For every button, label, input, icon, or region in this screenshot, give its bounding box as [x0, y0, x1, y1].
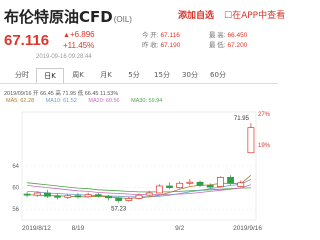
tab-15min[interactable]: 15分 — [148, 68, 176, 83]
current-price: 67.116 — [4, 32, 50, 49]
ma-legend: MA5: 62.28 MA10: 61.52 MA20: 60.56 MA30:… — [6, 98, 172, 104]
candle-body — [196, 181, 204, 186]
stat-label: 最 低: — [209, 42, 226, 49]
instrument-name: 布伦特原油CFD — [4, 8, 113, 26]
right-tick-label: 19% — [258, 143, 271, 149]
stat-value: 66.450 — [227, 32, 248, 39]
quote-panel: 67.116 ▲+6.896 +11.45% 今 开: 67.116 最 高: … — [0, 28, 278, 64]
x-axis-label: 2019/8/12 — [22, 225, 51, 232]
candle-body — [135, 194, 143, 199]
stat-value: 67.190 — [160, 42, 181, 49]
candle-detail: 2019/09/16 开 66.45 高 71.95 低 66.45 11.53… — [4, 91, 119, 97]
header-bar: 布伦特原油CFD(OIL) 添加自选 ☐在APP中查看 — [0, 0, 285, 28]
candle-body — [94, 194, 102, 197]
candle-body — [54, 195, 62, 198]
right-tick-label: 27% — [258, 112, 271, 118]
tab-30min[interactable]: 30分 — [176, 68, 204, 83]
x-axis-label: 9/2 — [175, 225, 184, 232]
change-value: +6.896 — [69, 30, 95, 39]
y-tick-label: 56 — [12, 207, 19, 213]
candle-body — [247, 127, 255, 154]
candle-body — [186, 181, 194, 184]
ma30-label: MA30: 59.94 — [131, 98, 163, 104]
candle-body — [23, 193, 31, 196]
ma20-label: MA20: 60.56 — [88, 98, 120, 104]
candle-body — [125, 198, 133, 201]
candle-info: 2019/09/16 开 66.45 高 71.95 低 66.45 11.53… — [0, 88, 278, 108]
stat-label: 最 高: — [209, 32, 226, 39]
candle-body — [237, 182, 245, 187]
candle-body — [115, 197, 123, 201]
ma5-label: MA5: 62.28 — [6, 98, 35, 104]
page-title: 布伦特原油CFD(OIL) — [4, 6, 132, 27]
quote-timestamp: 2019-09-16 09:28:44 — [36, 54, 92, 60]
low-annotation: 57.23 — [111, 207, 127, 213]
x-axis-label: 8/19 — [72, 225, 85, 232]
change-percent: +11.45% — [63, 41, 95, 50]
tab-monthly-k[interactable]: 月K — [92, 68, 120, 83]
ma10-label: MA10: 61.52 — [45, 98, 77, 104]
candle-body — [64, 195, 72, 198]
stat-value: 67.116 — [160, 32, 180, 39]
kline-chart[interactable]: 64 60 56 27% 19% 71.95 57.23 2019/8/12 8/19 9/2 20… — [0, 108, 278, 234]
up-arrow-icon: ▲ — [63, 32, 70, 39]
candle-body — [155, 185, 163, 194]
tab-weekly-k[interactable]: 周K — [64, 68, 92, 83]
stat-value: 67.200 — [227, 42, 248, 49]
tab-60min[interactable]: 60分 — [204, 68, 232, 83]
tab-daily-k[interactable]: 日K — [36, 68, 64, 83]
stat-label: 今 开: — [142, 32, 159, 39]
open-in-app-label: 在APP中查看 — [232, 11, 286, 21]
candle-body — [84, 194, 92, 198]
high-annotation: 71.95 — [234, 116, 250, 122]
period-tabs: 分时 日K 周K 月K 5分 15分 30分 60分 — [0, 68, 278, 84]
open-in-app-button[interactable]: ☐在APP中查看 — [224, 8, 285, 21]
candle-body — [74, 195, 82, 198]
tab-5min[interactable]: 5分 — [120, 68, 148, 83]
stat-label: 昨 收: — [142, 42, 159, 49]
candle-body — [166, 185, 173, 188]
candle-body — [206, 185, 214, 188]
candle-body — [105, 195, 112, 199]
x-axis-label: 2019/9/16 — [233, 225, 262, 232]
candle-body — [176, 182, 184, 188]
add-watchlist-button[interactable]: 添加自选 — [178, 8, 214, 21]
change-block: ▲+6.896 +11.45% — [63, 30, 95, 51]
y-tick-label: 64 — [12, 164, 19, 170]
y-tick-label: 60 — [12, 186, 19, 192]
quote-stats: 今 开: 67.116 最 高: 66.450 昨 收: 67.190 最 低:… — [142, 31, 276, 51]
candle-body — [44, 192, 51, 197]
candle-body — [145, 192, 153, 196]
candle-body — [227, 176, 234, 184]
instrument-code: (OIL) — [113, 15, 132, 24]
app-icon: ☐ — [224, 11, 233, 21]
tab-intraday[interactable]: 分时 — [8, 68, 36, 83]
candle-body — [216, 176, 224, 187]
candle-body — [33, 192, 41, 196]
